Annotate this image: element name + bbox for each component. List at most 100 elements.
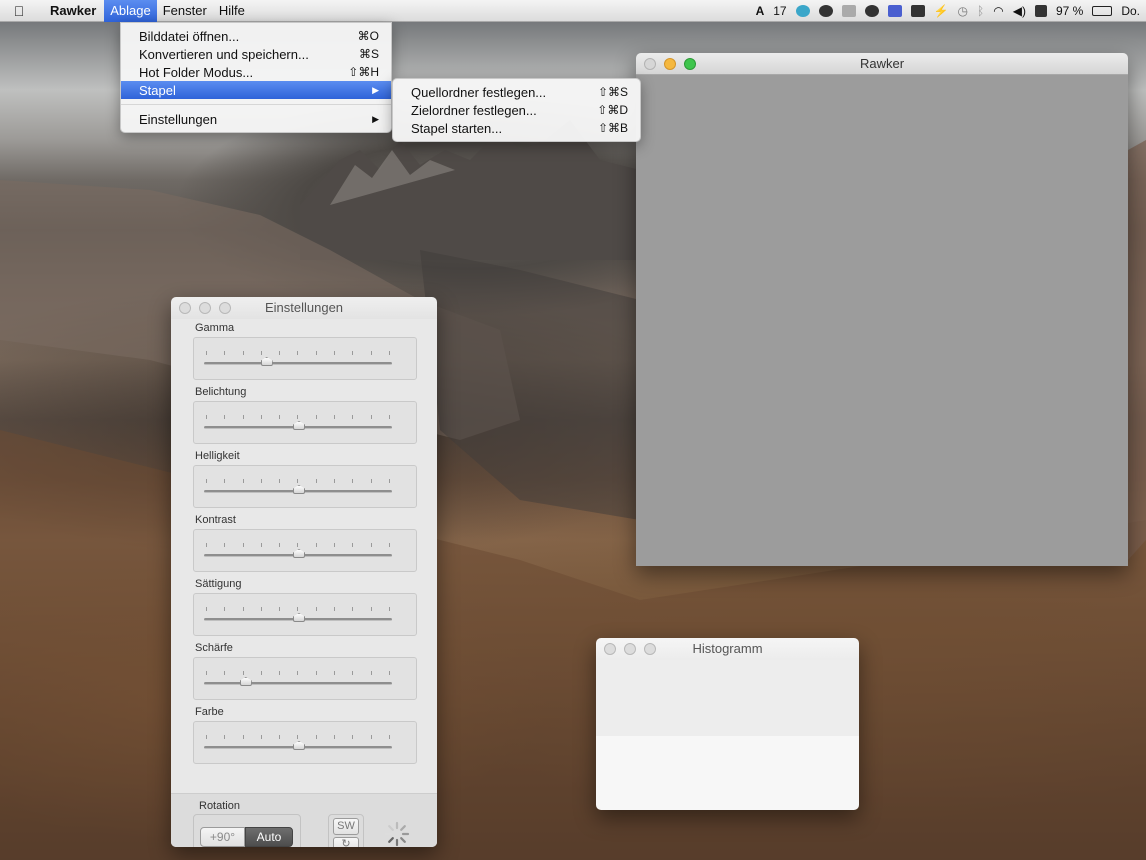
main-window-title: Rawker (859, 56, 905, 71)
dropbox-icon[interactable] (795, 5, 810, 17)
menu-item-start-batch[interactable]: Stapel starten... ⇧⌘B (393, 119, 640, 137)
refresh-button[interactable]: ↻ (333, 837, 359, 847)
slider-tick (334, 479, 336, 483)
slider-farbe[interactable] (193, 721, 417, 764)
slider-tick (352, 607, 354, 611)
slider-tick (242, 543, 244, 547)
menu-item-shortcut: ⇧⌘D (597, 103, 628, 117)
slider-tick (206, 607, 207, 611)
close-button[interactable] (644, 58, 656, 70)
slider-track[interactable] (204, 682, 392, 685)
menu-item-shortcut: ⇧⌘H (348, 65, 379, 79)
rotation-panel: Rotation +90° Auto SW ↻ (171, 793, 437, 847)
slider-group-schaerfe: Schärfe (193, 641, 417, 705)
slider-ticks (206, 543, 390, 547)
hat-icon[interactable] (864, 5, 879, 17)
slider-thumb[interactable] (260, 357, 273, 366)
slider-tick (315, 415, 317, 419)
slider-kontrast[interactable] (193, 529, 417, 572)
zoom-button[interactable] (219, 302, 231, 314)
histogram-window: Histogramm (596, 638, 859, 810)
menu-hilfe[interactable]: Hilfe (213, 0, 251, 22)
menu-item-einstellungen[interactable]: Einstellungen ▶ (121, 110, 391, 128)
slider-tick (260, 351, 262, 355)
slider-tick (370, 543, 372, 547)
main-window-titlebar[interactable]: Rawker (636, 53, 1128, 75)
slider-thumb[interactable] (293, 613, 305, 622)
menu-item-hot-folder[interactable]: Hot Folder Modus... ⇧⌘H (121, 63, 391, 81)
wifi-icon[interactable]: ◠ (993, 4, 1003, 18)
blue-square-icon[interactable] (887, 5, 902, 17)
rotation-segmented-control: +90° Auto (193, 814, 301, 847)
bluetooth-icon[interactable]: ᛒ (977, 4, 984, 18)
zoom-button[interactable] (644, 643, 656, 655)
slider-tick (260, 415, 262, 419)
settings-window: Einstellungen Gamma Belichtung Helligkei… (171, 297, 437, 847)
submenu-arrow-icon: ▶ (372, 113, 379, 124)
slider-gamma[interactable] (193, 337, 417, 380)
apple-icon[interactable]:  (0, 3, 38, 19)
slider-label: Helligkeit (195, 450, 240, 462)
sw-button[interactable]: SW (333, 818, 359, 835)
close-button[interactable] (179, 302, 191, 314)
menu-item-source-folder[interactable]: Quellordner festlegen... ⇧⌘S (393, 83, 640, 101)
slider-thumb[interactable] (293, 741, 305, 750)
menu-ablage[interactable]: Ablage (104, 0, 157, 22)
slider-tick (297, 543, 299, 547)
slider-thumb[interactable] (293, 485, 305, 494)
close-button[interactable] (604, 643, 616, 655)
slider-tick (297, 607, 299, 611)
minimize-button[interactable] (624, 643, 636, 655)
slider-tick (242, 607, 244, 611)
minimize-button[interactable] (664, 58, 676, 70)
battery-percent[interactable]: 97 % (1056, 4, 1083, 18)
clock[interactable]: Do. (1121, 4, 1140, 18)
auto-rotate-button[interactable]: Auto (245, 827, 293, 847)
menu-item-label: Konvertieren und speichern... (139, 46, 309, 62)
calendar-icon[interactable] (1034, 5, 1047, 17)
time-machine-icon[interactable]: ◷ (958, 4, 968, 18)
slider-thumb[interactable] (293, 421, 305, 430)
menu-fenster[interactable]: Fenster (157, 0, 213, 22)
adobe-icon[interactable]: A (756, 4, 765, 18)
slider-tick (388, 607, 390, 611)
slider-ticks (206, 607, 390, 611)
slider-thumb[interactable] (293, 549, 305, 558)
menu-item-target-folder[interactable]: Zielordner festlegen... ⇧⌘D (393, 101, 640, 119)
slider-tick (224, 351, 226, 355)
histogram-titlebar[interactable]: Histogramm (596, 638, 859, 660)
slider-belichtung[interactable] (193, 401, 417, 444)
display-icon[interactable] (910, 5, 925, 17)
slider-tick (388, 671, 390, 675)
slider-helligkeit[interactable] (193, 465, 417, 508)
app-icon[interactable] (841, 5, 856, 17)
rotate-90-button[interactable]: +90° (200, 827, 245, 847)
menu-item-convert-save[interactable]: Konvertieren und speichern... ⌘S (121, 45, 391, 63)
slider-tick (334, 351, 336, 355)
main-window: Rawker (636, 53, 1128, 566)
slider-tick (206, 543, 207, 547)
zoom-button[interactable] (684, 58, 696, 70)
slider-group-belichtung: Belichtung (193, 385, 417, 449)
volume-icon[interactable]: ◀) (1013, 4, 1026, 18)
menu-item-stapel[interactable]: Stapel ▶ (121, 81, 391, 99)
drive-icon[interactable] (818, 5, 833, 17)
minimize-button[interactable] (199, 302, 211, 314)
flash-icon[interactable]: ⚡ (934, 4, 949, 18)
image-canvas[interactable] (636, 75, 1128, 566)
slider-track[interactable] (204, 362, 392, 365)
settings-titlebar[interactable]: Einstellungen (171, 297, 437, 319)
slider-tick (315, 671, 317, 675)
slider-tick (224, 415, 226, 419)
slider-tick (388, 479, 390, 483)
menu-item-open[interactable]: Bilddatei öffnen... ⌘O (121, 27, 391, 45)
slider-saettigung[interactable] (193, 593, 417, 636)
slider-group-farbe: Farbe (193, 705, 417, 769)
slider-tick (224, 607, 226, 611)
slider-tick (224, 671, 226, 675)
slider-thumb[interactable] (239, 677, 252, 686)
slider-schaerfe[interactable] (193, 657, 417, 700)
slider-tick (388, 735, 390, 739)
app-menu-rawker[interactable]: Rawker (38, 0, 104, 22)
settings-title: Einstellungen (264, 300, 344, 315)
